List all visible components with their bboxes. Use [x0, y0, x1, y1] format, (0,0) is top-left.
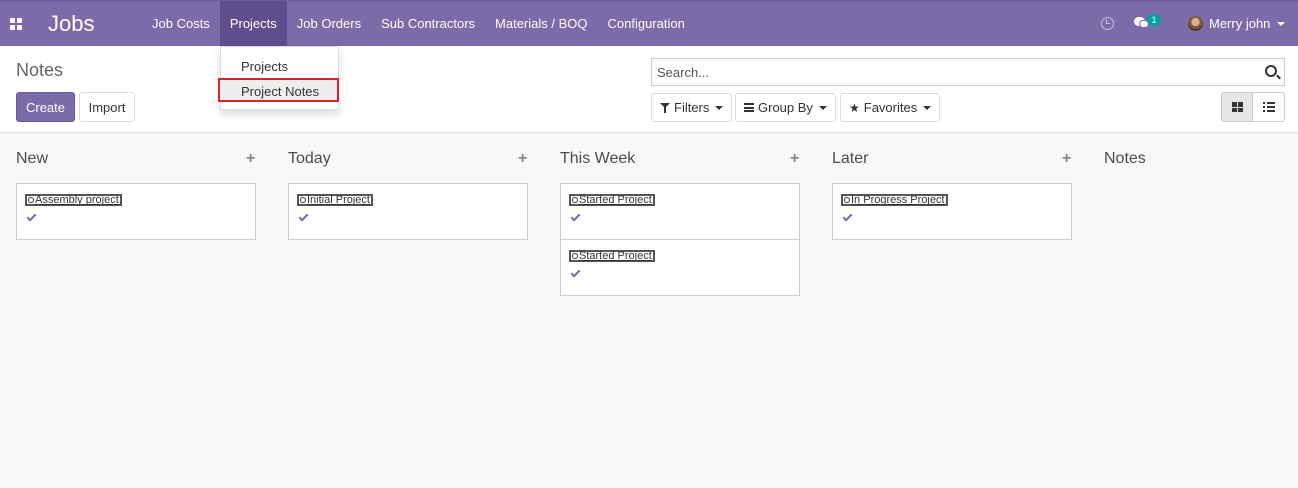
control-panel: Notes Create Import Filters Group By ★ F… [0, 46, 1298, 133]
add-card-icon[interactable]: + [1062, 150, 1071, 168]
column-title-today: Today [288, 150, 331, 167]
user-avatar[interactable] [1188, 16, 1203, 31]
card-title[interactable]: Initial Project [297, 194, 373, 206]
menu-materials-boq[interactable]: Materials / BOQ [485, 1, 597, 47]
chat-icon[interactable] [1134, 16, 1149, 28]
card-title[interactable]: Started Project [569, 250, 655, 262]
check-icon[interactable] [570, 267, 581, 278]
group-by-label: Group By [758, 100, 813, 115]
column-title-later: Later [832, 150, 869, 167]
app-brand[interactable]: Jobs [48, 11, 94, 37]
column-title-this-week: This Week [560, 150, 636, 167]
caret-down-icon [818, 105, 827, 110]
kanban-card[interactable]: Initial Project [288, 183, 528, 240]
search-icon[interactable] [1265, 65, 1277, 77]
add-card-icon[interactable]: + [790, 150, 799, 168]
kanban-card[interactable]: Started Project [560, 183, 800, 240]
menu-job-orders[interactable]: Job Orders [287, 1, 371, 47]
search-box [651, 58, 1285, 86]
check-icon[interactable] [298, 211, 309, 222]
card-title[interactable]: Started Project [569, 194, 655, 206]
import-button[interactable]: Import [79, 92, 135, 122]
check-icon[interactable] [842, 211, 853, 222]
group-by-button[interactable]: Group By [735, 93, 836, 122]
apps-menu-icon[interactable] [10, 18, 22, 30]
breadcrumb: Notes [16, 60, 64, 80]
card-title[interactable]: Assembly project [25, 194, 122, 206]
list-icon [1263, 102, 1275, 112]
kanban-card[interactable]: Assembly project [16, 183, 256, 240]
check-icon[interactable] [26, 211, 37, 222]
filter-icon [660, 102, 670, 113]
list-view-button[interactable] [1253, 92, 1285, 122]
kanban-icon [1232, 102, 1243, 112]
chevron-down-icon[interactable] [1277, 22, 1285, 26]
activity-clock-icon[interactable] [1101, 17, 1114, 30]
chat-badge: 1 [1147, 14, 1161, 26]
column-title-notes: Notes [1104, 150, 1146, 167]
top-navbar: Jobs Job Costs Projects Job Orders Sub C… [0, 0, 1298, 47]
caret-down-icon [715, 105, 724, 110]
column-title-new: New [16, 150, 49, 167]
star-icon: ★ [849, 100, 860, 115]
add-card-icon[interactable]: + [518, 150, 527, 168]
menu-sub-contractors[interactable]: Sub Contractors [371, 1, 485, 47]
main-menu: Job Costs Projects Job Orders Sub Contra… [142, 1, 695, 47]
kanban-view-button[interactable] [1221, 92, 1253, 122]
create-button[interactable]: Create [16, 92, 75, 122]
check-icon[interactable] [570, 211, 581, 222]
add-card-icon[interactable]: + [246, 150, 255, 168]
user-menu-name[interactable]: Merry john [1209, 16, 1270, 31]
menu-job-costs[interactable]: Job Costs [142, 1, 220, 47]
favorites-button[interactable]: ★ Favorites [840, 93, 941, 122]
favorites-label: Favorites [863, 100, 918, 115]
dropdown-item-projects[interactable]: Projects [221, 55, 338, 79]
menu-configuration[interactable]: Configuration [598, 1, 695, 47]
search-input[interactable] [652, 59, 1252, 85]
projects-dropdown: Projects Project Notes [218, 46, 339, 110]
menu-projects[interactable]: Projects [219, 1, 287, 47]
card-title[interactable]: In Progress Project [841, 194, 948, 206]
kanban-card[interactable]: In Progress Project [832, 183, 1072, 240]
kanban-card[interactable]: Started Project [560, 239, 800, 296]
caret-down-icon [923, 105, 932, 110]
dropdown-item-project-notes[interactable]: Project Notes [218, 78, 339, 102]
bars-icon [744, 103, 754, 112]
filters-button[interactable]: Filters [651, 93, 733, 122]
filters-label: Filters [674, 100, 710, 115]
